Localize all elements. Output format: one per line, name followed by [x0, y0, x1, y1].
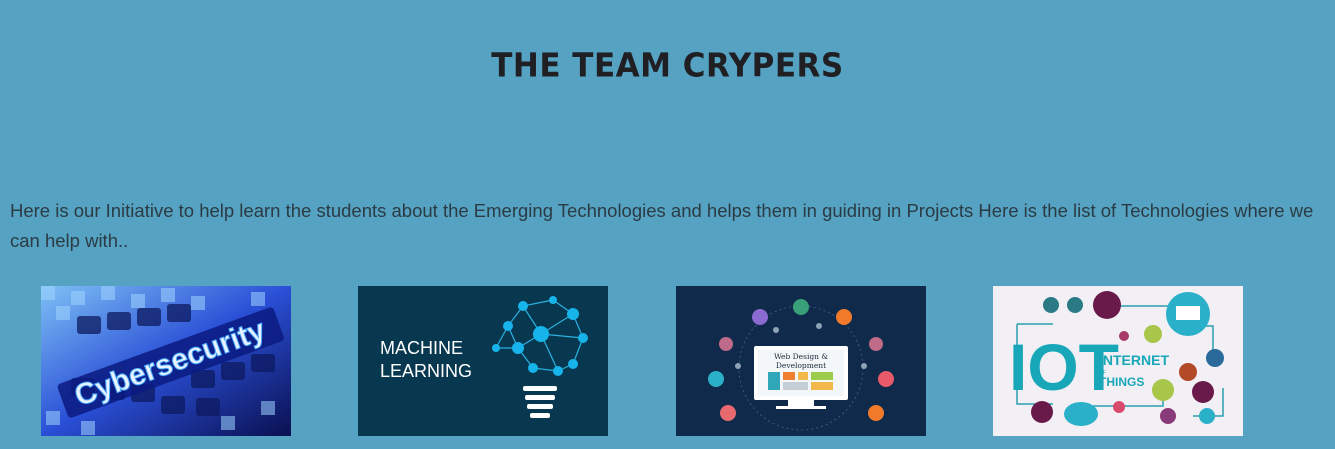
ml-label-line2: LEARNING	[380, 361, 472, 381]
tech-card-web-design[interactable]: Web Design & Development	[676, 286, 926, 436]
page-title: THE TEAM CRYPERS	[491, 47, 844, 85]
tech-card-iot[interactable]: IOT INTERNET OF THINGS	[993, 286, 1243, 436]
tech-card-machine-learning[interactable]: MACHINE LEARNING	[358, 286, 608, 436]
web-label-line1: Web Design &	[774, 352, 828, 361]
machine-learning-image: MACHINE LEARNING	[358, 286, 608, 436]
intro-paragraph: Here is our Initiative to help learn the…	[10, 200, 1314, 251]
iot-label-line3: THINGS	[1099, 375, 1144, 389]
tech-card-cybersecurity[interactable]: Cybersecurity	[41, 286, 291, 436]
web-label-line2: Development	[776, 361, 826, 370]
ml-label-line1: MACHINE	[380, 338, 463, 358]
iot-label-line1: INTERNET	[1099, 352, 1169, 368]
web-design-image: Web Design & Development	[676, 286, 926, 436]
cybersecurity-image: Cybersecurity	[41, 286, 291, 436]
iot-image: IOT INTERNET OF THINGS	[993, 286, 1243, 436]
